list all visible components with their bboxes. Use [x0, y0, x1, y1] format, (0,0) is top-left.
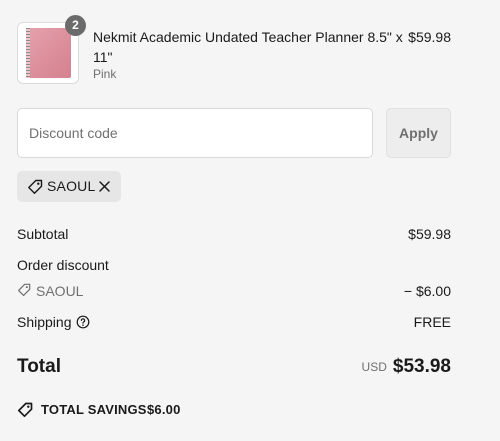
total-row: Total USD $53.98	[17, 354, 451, 380]
order-discount-label: Order discount	[17, 257, 109, 273]
subtotal-label: Subtotal	[17, 226, 69, 242]
total-savings-value: $6.00	[147, 402, 181, 417]
total-label: Total	[17, 356, 61, 377]
quantity-badge: 2	[65, 15, 86, 36]
shipping-label: Shipping	[17, 314, 72, 330]
order-discount-value: − $6.00	[403, 283, 451, 299]
shipping-label-wrap: Shipping	[17, 312, 90, 332]
tag-icon	[17, 283, 31, 297]
tag-icon	[17, 402, 33, 418]
total-value: $53.98	[392, 356, 451, 377]
subtotal-value: $59.98	[408, 226, 451, 242]
order-discount-code: SAOUL	[36, 283, 84, 299]
subtotal-row: Subtotal $59.98	[17, 224, 451, 244]
line-item: 2 Nekmit Academic Undated Teacher Planne…	[17, 15, 451, 84]
currency-code: USD	[361, 360, 387, 374]
shipping-row: Shipping FREE	[17, 312, 451, 332]
discount-code-input[interactable]	[17, 108, 373, 158]
product-title: Nekmit Academic Undated Teacher Planner …	[93, 29, 403, 65]
shipping-value: FREE	[413, 314, 451, 330]
order-discount-row: Order discount	[17, 255, 451, 275]
applied-discount-code: SAOUL	[47, 178, 96, 194]
order-summary: 2 Nekmit Academic Undated Teacher Planne…	[17, 0, 451, 441]
planner-spiral	[26, 28, 30, 78]
product-price: $59.98	[408, 29, 451, 45]
total-value-wrap: USD $53.98	[362, 354, 451, 381]
info-icon[interactable]	[76, 315, 90, 329]
apply-button[interactable]: Apply	[386, 108, 451, 158]
order-discount-code-row: SAOUL − $6.00	[17, 281, 451, 301]
planner-image	[26, 28, 71, 78]
close-icon[interactable]	[97, 179, 112, 194]
total-savings-label: TOTAL SAVINGS	[41, 402, 147, 417]
tag-icon	[28, 179, 43, 194]
applied-discount-tag: SAOUL	[17, 171, 121, 202]
product-variant: Pink	[93, 67, 117, 81]
